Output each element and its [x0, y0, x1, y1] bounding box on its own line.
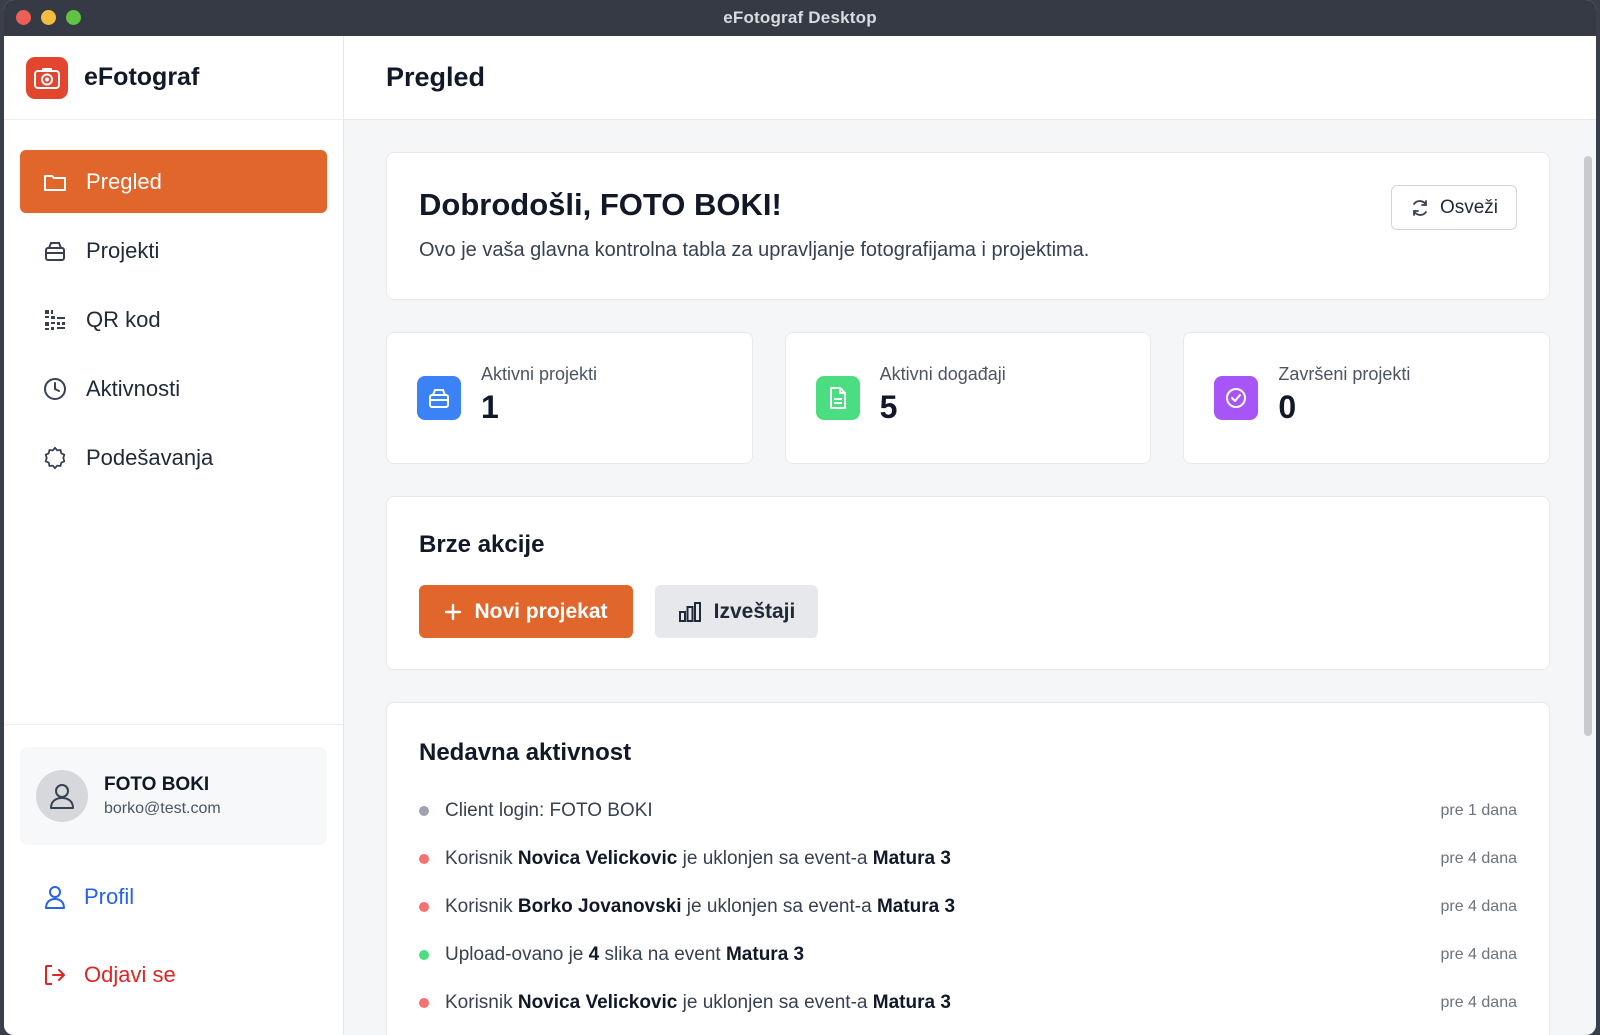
sidebar-item-podesavanja[interactable]: Podešavanja [20, 426, 327, 489]
activity-text: Korisnik Borko Jovanovski je uklonjen sa… [445, 896, 956, 917]
new-project-button[interactable]: Novi projekat [419, 585, 633, 638]
stat-value: 1 [481, 389, 499, 425]
minimize-window-button[interactable] [41, 10, 56, 25]
activity-time: pre 4 dana [1440, 850, 1517, 867]
gear-icon [42, 445, 68, 471]
sidebar-item-label: Pregled [86, 168, 162, 194]
activity-text: Client login: FOTO BOKI [445, 800, 653, 821]
stat-label: Aktivni projekti [481, 364, 598, 384]
welcome-card: Dobrodošli, FOTO BOKI! Ovo je vaša glavn… [386, 152, 1550, 300]
welcome-title: Dobrodošli, FOTO BOKI! [419, 187, 782, 222]
stat-value: 5 [879, 389, 898, 425]
list-item: Korisnik Borko Jovanovski je uklonjen sa… [419, 883, 1517, 931]
document-icon [815, 376, 860, 420]
sidebar-item-pregled[interactable]: Pregled [20, 150, 327, 213]
logout-icon [42, 962, 68, 988]
sidebar-item-label: Projekti [86, 237, 160, 263]
app-window: eFotograf Desktop eFotograf Pregled Proj… [4, 0, 1596, 1035]
recent-activity-title: Nedavna aktivnost [419, 739, 632, 766]
activity-text: Korisnik Novica Velickovic je uklonjen s… [445, 848, 951, 869]
refresh-button[interactable]: Osveži [1391, 185, 1517, 230]
avatar [36, 770, 88, 822]
user-icon [50, 784, 74, 809]
folder-icon [42, 169, 68, 195]
brand: eFotograf [4, 36, 343, 120]
sidebar-item-label: Podešavanja [86, 444, 214, 470]
dashboard-content: Dobrodošli, FOTO BOKI! Ovo je vaša glavn… [344, 120, 1596, 1035]
stat-card-completed-projects: Završeni projekti 0 [1183, 332, 1551, 464]
list-item: Korisnik Novica Velickovic je uklonjen s… [419, 979, 1517, 1027]
user-card: FOTO BOKI borko@test.com [20, 747, 327, 845]
close-window-button[interactable] [16, 10, 31, 25]
main-header: Pregled [344, 36, 1596, 120]
qr-code-icon [42, 307, 68, 333]
status-dot [419, 998, 429, 1008]
new-project-label: Novi projekat [474, 599, 608, 623]
plus-icon [444, 603, 462, 621]
maximize-window-button[interactable] [66, 10, 81, 25]
status-dot [419, 806, 429, 816]
logout-link[interactable]: Odjavi se [4, 955, 343, 995]
list-item: Korisnik Novica Velickovic je uklonjen s… [419, 835, 1517, 883]
bar-chart-icon [678, 601, 702, 623]
sidebar: eFotograf Pregled Projekti QR kod Aktivn… [4, 36, 344, 1035]
recent-activity-card: Nedavna aktivnost Client login: FOTO BOK… [386, 702, 1550, 1035]
main-area: Pregled Dobrodošli, FOTO BOKI! Ovo je va… [344, 36, 1596, 1035]
activity-time: pre 1 dana [1440, 802, 1517, 819]
refresh-icon [1410, 198, 1430, 218]
sidebar-footer: FOTO BOKI borko@test.com Profil Odjavi s… [4, 724, 343, 995]
activity-text: Korisnik Novica Velickovic je uklonjen s… [445, 992, 951, 1013]
activity-list: Client login: FOTO BOKI pre 1 dana Korisni… [419, 787, 1517, 1027]
stat-value: 0 [1278, 389, 1297, 425]
reports-button[interactable]: Izveštaji [655, 585, 818, 638]
sidebar-item-projekti[interactable]: Projekti [20, 219, 327, 282]
status-dot [419, 902, 429, 912]
status-dot [419, 854, 429, 864]
box-icon [417, 376, 461, 420]
reports-label: Izveštaji [713, 599, 796, 623]
window-title: eFotograf Desktop [723, 8, 877, 27]
sidebar-item-qr-kod[interactable]: QR kod [20, 288, 327, 351]
camera-icon [26, 56, 68, 99]
activity-text: Upload-ovano je 4 slika na event Matura … [445, 944, 805, 965]
sidebar-nav: Pregled Projekti QR kod Aktivnosti Podeš… [4, 120, 343, 489]
sidebar-item-aktivnosti[interactable]: Aktivnosti [20, 357, 327, 420]
welcome-subtitle: Ovo je vaša glavna kontrolna tabla za up… [419, 239, 1090, 261]
page-title: Pregled [386, 62, 486, 92]
check-circle-icon [1214, 376, 1259, 420]
stat-card-active-projects: Aktivni projekti 1 [386, 332, 753, 464]
activity-time: pre 4 dana [1440, 994, 1517, 1011]
box-icon [42, 238, 68, 264]
user-icon [42, 884, 68, 910]
list-item: Client login: FOTO BOKI pre 1 dana [419, 787, 1517, 835]
window-controls [16, 10, 81, 25]
user-name: FOTO BOKI [104, 774, 210, 795]
title-bar: eFotograf Desktop [4, 0, 1596, 36]
status-dot [419, 950, 429, 960]
stats-row: Aktivni projekti 1 Aktivni događaji 5 Za… [386, 332, 1551, 464]
scrollbar[interactable] [1584, 156, 1592, 736]
sidebar-item-label: Aktivnosti [86, 375, 181, 401]
stat-text: Aktivni projekti 1 [481, 364, 597, 426]
stat-text: Završeni projekti 0 [1278, 364, 1410, 426]
stat-label: Aktivni događaji [879, 364, 1006, 384]
activity-time: pre 4 dana [1440, 946, 1517, 963]
user-email: borko@test.com [104, 800, 221, 817]
quick-actions-buttons: Novi projekat Izveštaji [419, 585, 1517, 638]
activity-time: pre 4 dana [1440, 898, 1517, 915]
logout-label: Odjavi se [84, 962, 176, 987]
quick-actions-card: Brze akcije Novi projekat Izveštaji [386, 496, 1550, 670]
refresh-label: Osveži [1439, 196, 1499, 218]
clock-icon [42, 376, 68, 402]
profile-label: Profil [84, 884, 135, 909]
stat-text: Aktivni događaji 5 [880, 364, 1006, 426]
user-info: FOTO BOKI borko@test.com [104, 774, 221, 818]
brand-name: eFotograf [84, 63, 200, 91]
list-item: Upload-ovano je 4 slika na event Matura … [419, 931, 1517, 979]
sidebar-item-label: QR kod [86, 306, 161, 332]
quick-actions-title: Brze akcije [419, 531, 545, 558]
profile-link[interactable]: Profil [4, 877, 343, 917]
stat-label: Završeni projekti [1278, 364, 1411, 384]
stat-card-active-events: Aktivni događaji 5 [784, 332, 1152, 464]
